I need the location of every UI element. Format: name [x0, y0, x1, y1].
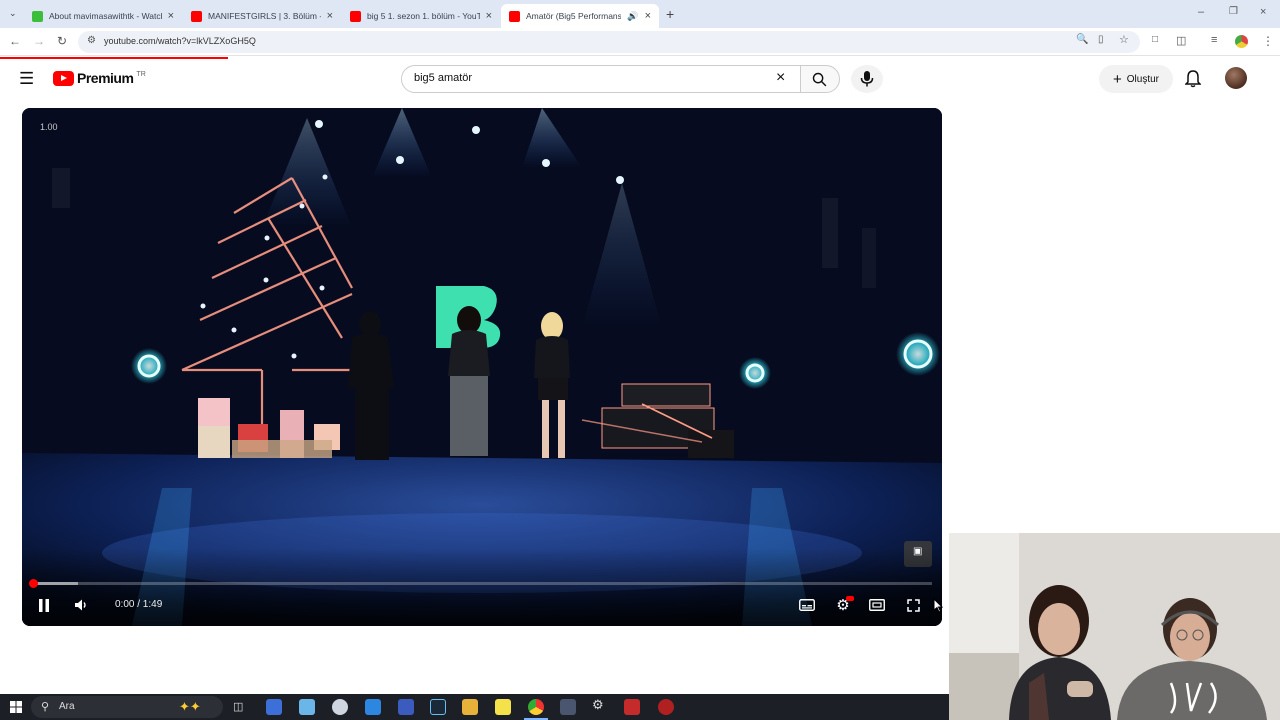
- calculator-app-icon[interactable]: [398, 699, 414, 715]
- taskbar-search-box[interactable]: ⚲ Ara ✦✦: [31, 696, 223, 718]
- edge-browser-icon[interactable]: [365, 699, 381, 715]
- create-button[interactable]: + Oluştur: [1099, 65, 1173, 93]
- bookmark-star-icon[interactable]: ☆: [1119, 33, 1129, 46]
- browser-tab[interactable]: big 5 1. sezon 1. bölüm - YouTu ×: [342, 4, 500, 28]
- search-icon: [812, 72, 827, 87]
- voice-search-button[interactable]: [851, 65, 883, 93]
- youtube-premium-logo[interactable]: Premium TR: [53, 70, 146, 86]
- pause-button[interactable]: [34, 595, 54, 615]
- search-box: ×: [401, 65, 801, 93]
- windows-taskbar: ⚲ Ara ✦✦ ◫ ⚙: [0, 694, 949, 720]
- sticky-notes-icon[interactable]: [495, 699, 511, 715]
- search-button[interactable]: [800, 65, 840, 93]
- youtube-header: ☰ Premium TR × + Oluştur: [0, 59, 1280, 99]
- logo-text: Premium: [77, 70, 134, 86]
- tab-title: MANIFESTGIRLS | 3. Bölüm - Yo: [208, 11, 321, 21]
- media-app-icon[interactable]: [332, 699, 348, 715]
- address-bar[interactable]: ⚙ youtube.com/watch?v=lkVLZXoGH5Q 🔍 ▯ ☆: [78, 31, 1140, 53]
- hd-badge: [846, 596, 854, 601]
- taskbar-search-label: Ara: [59, 701, 75, 712]
- store-app-icon[interactable]: [266, 699, 282, 715]
- tab-favicon-icon: [191, 10, 202, 22]
- tab-close-icon[interactable]: ×: [486, 10, 492, 22]
- url-text: youtube.com/watch?v=lkVLZXoGH5Q: [104, 36, 256, 46]
- game-app-icon[interactable]: [624, 699, 640, 715]
- volume-icon: [75, 599, 86, 611]
- tab-favicon-icon: [350, 10, 361, 22]
- tab-title: Amatör (Big5 Performans) |: [526, 11, 622, 21]
- profile-avatar[interactable]: [1235, 35, 1248, 48]
- tab-audio-icon[interactable]: 🔊: [627, 11, 638, 22]
- settings-app-icon[interactable]: ⚙: [592, 697, 608, 713]
- country-code: TR: [136, 70, 146, 78]
- site-info-icon[interactable]: ⚙: [87, 35, 96, 46]
- tab-title: big 5 1. sezon 1. bölüm - YouTu: [367, 11, 480, 21]
- browser-tab-active[interactable]: Amatör (Big5 Performans) | 🔊 ×: [501, 4, 659, 28]
- extensions-icon[interactable]: ◫: [1176, 34, 1186, 47]
- new-tab-button[interactable]: +: [666, 6, 674, 22]
- pause-icon: [39, 598, 49, 612]
- steam-app-icon[interactable]: [430, 699, 446, 715]
- task-view-icon[interactable]: ◫: [233, 700, 243, 713]
- create-label: Oluştur: [1126, 73, 1159, 85]
- browser-tab[interactable]: About mavimasawithtk - Watch ×: [24, 4, 182, 28]
- mouse-cursor-icon: [933, 598, 943, 613]
- restore-window-icon[interactable]: ❐: [1229, 6, 1238, 17]
- tab-close-icon[interactable]: ×: [168, 10, 174, 22]
- close-window-icon[interactable]: ×: [1260, 6, 1266, 18]
- theater-mode-icon: [869, 599, 885, 611]
- subtitles-button[interactable]: [796, 595, 818, 615]
- zoom-icon[interactable]: 🔍: [1076, 34, 1088, 45]
- recording-app-icon[interactable]: [658, 699, 674, 715]
- webcam-feed: [949, 533, 1280, 720]
- clear-search-icon[interactable]: ×: [776, 69, 785, 87]
- youtube-play-logo-icon: [53, 70, 74, 86]
- minimize-window-icon[interactable]: –: [1198, 6, 1204, 18]
- fullscreen-button[interactable]: [902, 595, 924, 615]
- scrubber-handle[interactable]: [29, 579, 38, 588]
- progress-bar[interactable]: [29, 579, 932, 588]
- subtitles-icon: [799, 599, 815, 611]
- notes-app-icon[interactable]: [299, 699, 315, 715]
- file-explorer-icon[interactable]: [462, 699, 478, 715]
- camera-app-icon[interactable]: [560, 699, 576, 715]
- playback-speed-overlay: 1.00: [40, 122, 58, 132]
- webcam-overlay: [949, 533, 1280, 720]
- plus-icon: +: [1113, 70, 1122, 88]
- volume-button[interactable]: [70, 595, 92, 615]
- browser-tab-strip: ⌄ About mavimasawithtk - Watch × MANIFES…: [0, 0, 1280, 28]
- search-input[interactable]: [414, 72, 764, 84]
- guide-menu-icon[interactable]: ☰: [19, 69, 34, 89]
- back-icon[interactable]: ←: [9, 34, 21, 48]
- tab-favicon-icon: [32, 10, 43, 22]
- taskbar-search-icon: ⚲: [41, 701, 50, 713]
- reload-icon[interactable]: ↻: [57, 34, 67, 48]
- tab-close-icon[interactable]: ×: [327, 10, 333, 22]
- media-queue-icon[interactable]: ≡: [1211, 34, 1217, 46]
- tab-close-icon[interactable]: ×: [645, 10, 651, 22]
- install-app-icon[interactable]: ▯: [1098, 34, 1104, 45]
- buffered-bar: [32, 582, 78, 585]
- notifications-bell-icon[interactable]: [1185, 70, 1201, 88]
- fullscreen-icon: [906, 598, 920, 612]
- tab-list-chevron-icon[interactable]: ⌄: [9, 8, 17, 19]
- browser-tab[interactable]: MANIFESTGIRLS | 3. Bölüm - Yo ×: [183, 4, 341, 28]
- forward-icon[interactable]: →: [33, 34, 45, 48]
- time-display: 0:00 / 1:49: [115, 599, 163, 610]
- account-avatar[interactable]: [1225, 67, 1247, 89]
- tab-title: About mavimasawithtk - Watch: [49, 11, 162, 21]
- theater-mode-button[interactable]: [866, 595, 888, 615]
- more-menu-icon[interactable]: ⋮: [1262, 34, 1274, 48]
- chrome-app-icon[interactable]: [528, 699, 544, 715]
- copilot-sparkle-icon: ✦✦: [179, 699, 201, 714]
- microphone-icon: [860, 71, 874, 87]
- tab-search-icon[interactable]: □: [1152, 34, 1158, 45]
- settings-button[interactable]: ⚙: [832, 595, 854, 615]
- video-player[interactable]: 1.00 ▣ 0:00 / 1:49 ⚙: [22, 108, 942, 626]
- tab-favicon-icon: [509, 10, 520, 22]
- windows-start-icon[interactable]: [10, 701, 22, 713]
- browser-toolbar: ← → ↻ ⚙ youtube.com/watch?v=lkVLZXoGH5Q …: [0, 28, 1280, 56]
